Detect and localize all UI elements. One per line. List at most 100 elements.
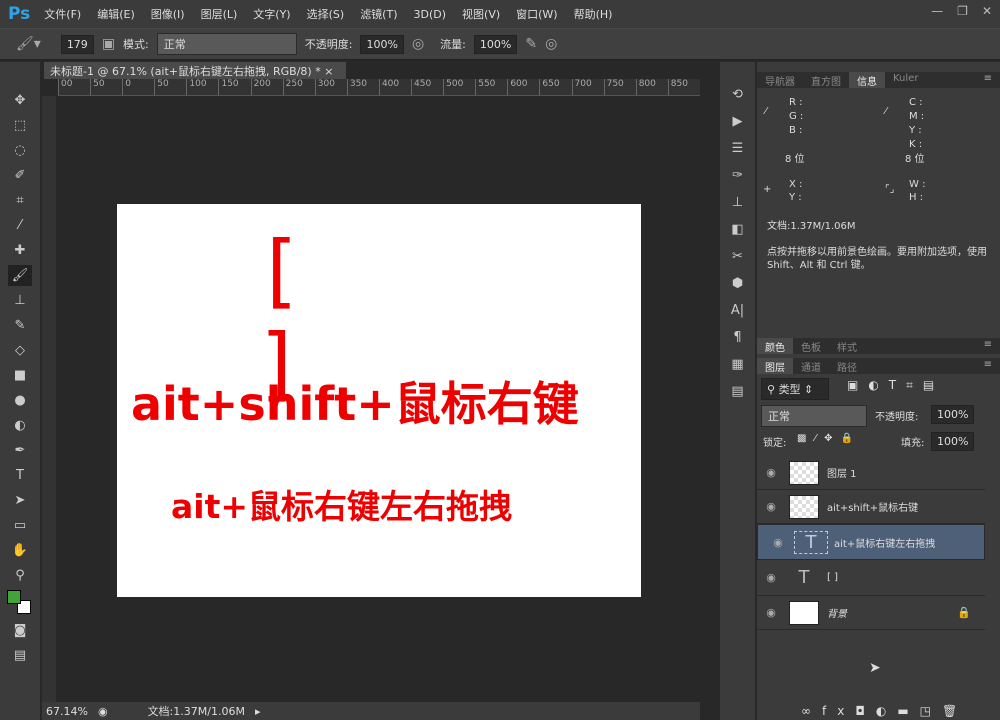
layer-row[interactable]: ◉ 图层 1 (757, 456, 985, 490)
tab-styles[interactable]: 样式 (829, 338, 865, 354)
visibility-eye-icon[interactable]: ◉ (757, 466, 785, 479)
mode-select[interactable]: 正常 (156, 33, 297, 55)
panel-menu-icon[interactable]: ≡ (976, 358, 1000, 374)
menu-select[interactable]: 选择(S) (307, 6, 345, 22)
zoom-level[interactable]: 67.14% (46, 705, 88, 718)
actions-icon[interactable]: ▶ (726, 111, 750, 132)
new-layer-icon[interactable]: ◳ (920, 704, 942, 718)
character-icon[interactable]: A| (726, 300, 750, 321)
menu-layer[interactable]: 图层(L) (201, 6, 238, 22)
menu-edit[interactable]: 编辑(E) (97, 6, 135, 22)
history-brush-icon[interactable]: ✎ (8, 315, 32, 336)
foreground-color-swatch[interactable] (7, 590, 21, 604)
pen-tool-icon[interactable]: ✒ (8, 440, 32, 461)
add-mask-icon[interactable]: ◘ (855, 704, 876, 718)
status-icon[interactable]: ◉ (98, 705, 108, 718)
status-menu-icon[interactable]: ▸ (255, 705, 261, 718)
marquee-tool-icon[interactable]: ⬚ (8, 115, 32, 136)
adjustments-icon[interactable]: ◧ (726, 219, 750, 240)
menu-type[interactable]: 文字(Y) (253, 6, 290, 22)
brush-presets-icon[interactable]: ☰ (726, 138, 750, 159)
clone-source-icon[interactable]: ⊥ (726, 192, 750, 213)
blend-mode-select[interactable]: 正常 (761, 405, 867, 427)
lock-icons[interactable]: ▩⁄✥🔒 (797, 433, 861, 444)
visibility-eye-icon[interactable]: ◉ (757, 571, 785, 584)
tab-layers[interactable]: 图层 (757, 358, 793, 374)
brush-panel-icon[interactable]: ✑ (726, 165, 750, 186)
adjustment-layer-icon[interactable]: ◐ (876, 704, 897, 718)
layer-row[interactable]: ◉ T [ ] (757, 560, 985, 596)
document-tab[interactable]: 未标题-1 @ 67.1% (ait+鼠标右键左右拖拽, RGB/8) * × (44, 62, 346, 79)
close-tab-icon[interactable]: × (324, 65, 333, 78)
restore-button[interactable]: ❐ (957, 4, 968, 18)
pressure-opacity-icon[interactable]: ◎ (412, 36, 424, 52)
visibility-eye-icon[interactable]: ◉ (757, 606, 785, 619)
brush-size-picker[interactable]: 179 (60, 34, 94, 54)
layer-opacity-input[interactable]: 100% (931, 405, 975, 424)
link-layers-icon[interactable]: ∞ (801, 704, 822, 718)
delete-layer-icon[interactable]: 🗑 (942, 704, 968, 718)
paragraph-icon[interactable]: ¶ (726, 327, 750, 348)
menu-view[interactable]: 视图(V) (462, 6, 500, 22)
quick-mask-icon[interactable]: ◙ (8, 620, 32, 641)
tab-paths[interactable]: 路径 (829, 358, 865, 374)
tab-navigator[interactable]: 导航器 (757, 72, 803, 88)
move-tool-icon[interactable]: ✥ (8, 90, 32, 111)
screen-mode-icon[interactable]: ▤ (8, 645, 32, 666)
close-button[interactable]: ✕ (982, 4, 992, 18)
flow-input[interactable]: 100% (473, 34, 518, 54)
layer-row-selected[interactable]: ◉ Tait+鼠标右键左右拖拽 (757, 524, 985, 560)
panel-menu-icon[interactable]: ≡ (976, 338, 1000, 354)
airbrush-icon[interactable]: ✎ (525, 36, 537, 52)
opacity-input[interactable]: 100% (360, 34, 404, 54)
gradient-tool-icon[interactable]: ■ (8, 365, 32, 386)
tool-presets-icon[interactable]: ✂ (726, 246, 750, 267)
brush-tool-icon[interactable]: 🖌▾ (16, 36, 41, 52)
fx-icon[interactable]: fx (822, 704, 855, 718)
lasso-tool-icon[interactable]: ◌ (8, 140, 32, 161)
quick-select-tool-icon[interactable]: ✐ (8, 165, 32, 186)
zoom-tool-icon[interactable]: ⚲ (8, 565, 32, 586)
shape-tool-icon[interactable]: ▭ (8, 515, 32, 536)
pressure-size-icon[interactable]: ◎ (545, 36, 557, 52)
brush-tool-icon[interactable]: 🖌 (8, 265, 32, 286)
history-icon[interactable]: ⟲ (726, 84, 750, 105)
tab-color[interactable]: 颜色 (757, 338, 793, 354)
brush-panel-icon[interactable]: ▣ (102, 36, 115, 52)
tab-info[interactable]: 信息 (849, 72, 885, 88)
tab-kuler[interactable]: Kuler (885, 72, 926, 88)
dodge-tool-icon[interactable]: ◐ (8, 415, 32, 436)
healing-tool-icon[interactable]: ✚ (8, 240, 32, 261)
notes-icon[interactable]: ▤ (726, 381, 750, 402)
fill-input[interactable]: 100% (931, 432, 975, 451)
layer-comps-icon[interactable]: ▦ (726, 354, 750, 375)
path-select-tool-icon[interactable]: ➤ (8, 490, 32, 511)
layer-row[interactable]: ◉ 背景 🔒 (757, 596, 985, 630)
color-swatches[interactable] (7, 590, 33, 616)
tab-channels[interactable]: 通道 (793, 358, 829, 374)
layer-filter-select[interactable]: ⚲ 类型 ⇕ (761, 378, 829, 400)
minimize-button[interactable]: — (931, 4, 943, 18)
blur-tool-icon[interactable]: ● (8, 390, 32, 411)
panel-menu-icon[interactable]: ≡ (976, 72, 1000, 88)
menu-file[interactable]: 文件(F) (44, 6, 81, 22)
visibility-eye-icon[interactable]: ◉ (757, 500, 785, 513)
visibility-eye-icon[interactable]: ◉ (764, 536, 792, 549)
3d-icon[interactable]: ⬢ (726, 273, 750, 294)
menu-3d[interactable]: 3D(D) (414, 8, 447, 21)
menu-filter[interactable]: 滤镜(T) (360, 6, 397, 22)
eyedropper-tool-icon[interactable]: ⁄ (8, 215, 32, 236)
stamp-tool-icon[interactable]: ⊥ (8, 290, 32, 311)
tab-histogram[interactable]: 直方图 (803, 72, 849, 88)
hand-tool-icon[interactable]: ✋ (8, 540, 32, 561)
new-group-icon[interactable]: ▬ (897, 704, 919, 718)
menu-image[interactable]: 图像(I) (151, 6, 185, 22)
menu-window[interactable]: 窗口(W) (516, 6, 557, 22)
menu-help[interactable]: 帮助(H) (574, 6, 613, 22)
document-canvas[interactable]: [ ] ait+shift+鼠标右键 ait+鼠标右键左右拖拽 (117, 204, 641, 597)
layer-row[interactable]: ◉ ait+shift+鼠标右键 (757, 490, 985, 524)
crop-tool-icon[interactable]: ⌗ (8, 190, 32, 211)
tab-swatches[interactable]: 色板 (793, 338, 829, 354)
eraser-tool-icon[interactable]: ◇ (8, 340, 32, 361)
type-tool-icon[interactable]: T (8, 465, 32, 486)
